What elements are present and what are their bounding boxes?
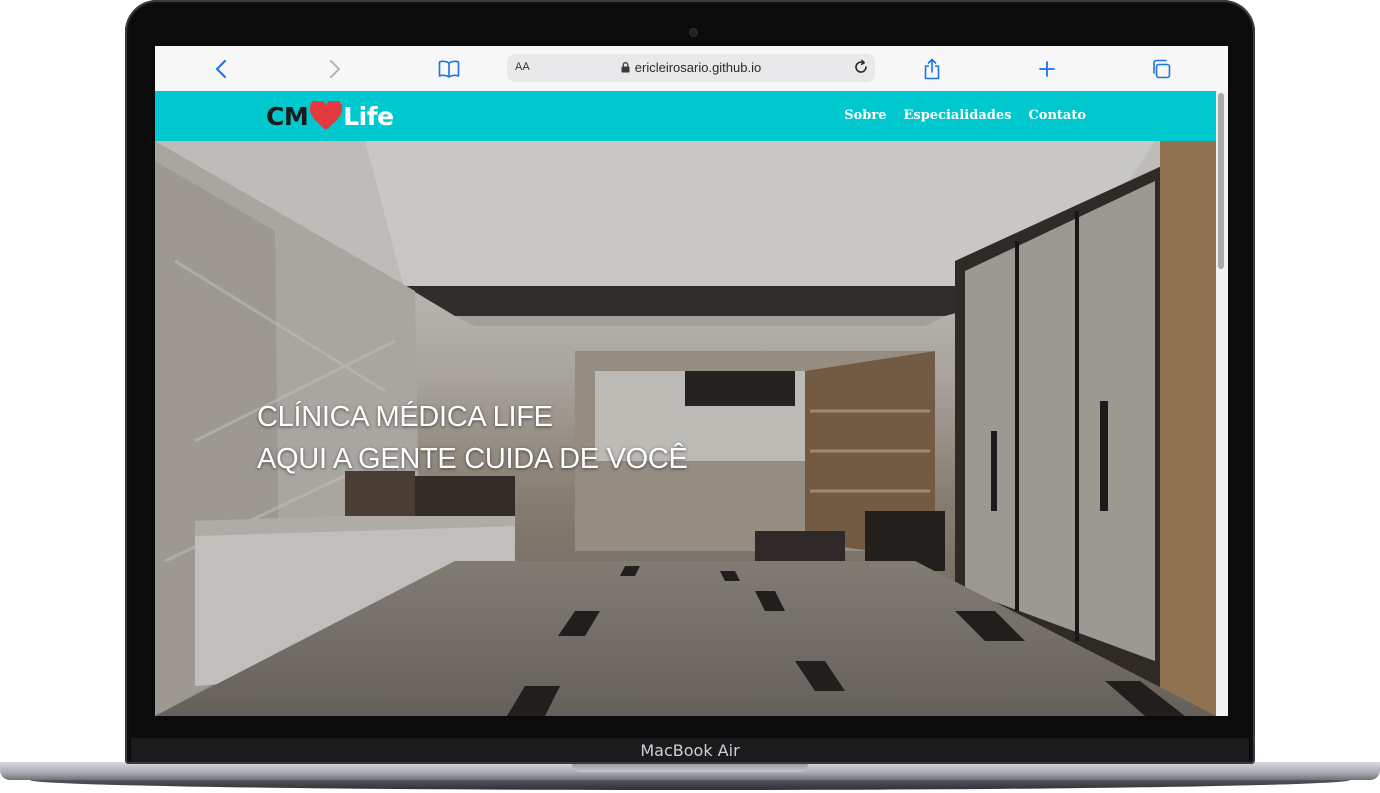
browser-screen: AA ericleirosario.github.io CM Life Sobr… (155, 46, 1228, 716)
plus-icon (1039, 61, 1055, 77)
nav-link-contato[interactable]: Contato (1028, 108, 1086, 123)
hero-title-line-1: CLÍNICA MÉDICA LIFE (257, 401, 553, 433)
nav-link-sobre[interactable]: Sobre (844, 108, 886, 123)
hero-section: CLÍNICA MÉDICA LIFE AQUI A GENTE CUIDA D… (155, 141, 1216, 716)
back-button[interactable] (208, 56, 234, 82)
address-bar[interactable]: AA ericleirosario.github.io (507, 54, 875, 82)
site-logo[interactable]: CM Life (266, 98, 394, 134)
new-tab-button[interactable] (1034, 56, 1060, 82)
bookmarks-button[interactable] (436, 56, 462, 82)
hero-headline: CLÍNICA MÉDICA LIFE AQUI A GENTE CUIDA D… (257, 396, 688, 480)
site-nav-links: Sobre Especialidades Contato (844, 108, 1086, 123)
page-scrollbar[interactable] (1216, 91, 1228, 716)
logo-prefix: CM (266, 101, 309, 131)
hero-title-line-2: AQUI A GENTE CUIDA DE VOCÊ (257, 443, 688, 475)
url-text: ericleirosario.github.io (634, 60, 762, 75)
reload-button[interactable] (853, 59, 869, 80)
url-display[interactable]: ericleirosario.github.io (507, 60, 875, 75)
book-icon (438, 60, 460, 78)
scrollbar-thumb[interactable] (1218, 93, 1224, 269)
share-button[interactable] (919, 56, 945, 82)
forward-button[interactable] (322, 56, 348, 82)
share-icon (924, 58, 940, 80)
tabs-icon (1153, 59, 1171, 79)
device-brand: MacBook Air (640, 741, 740, 760)
chevron-left-icon (216, 60, 226, 78)
browser-toolbar: AA ericleirosario.github.io (155, 46, 1228, 92)
reload-icon (855, 59, 867, 73)
camera (690, 29, 697, 36)
heart-icon (310, 101, 343, 130)
laptop-chin: MacBook Air (131, 738, 1249, 762)
lock-icon (621, 62, 630, 73)
laptop-base (0, 762, 1380, 793)
nav-link-especialidades[interactable]: Especialidades (903, 108, 1011, 123)
tabs-overview-button[interactable] (1148, 56, 1174, 82)
logo-suffix: Life (343, 101, 394, 131)
chevron-right-icon (330, 60, 340, 78)
site-navbar: CM Life Sobre Especialidades Contato (155, 91, 1216, 141)
